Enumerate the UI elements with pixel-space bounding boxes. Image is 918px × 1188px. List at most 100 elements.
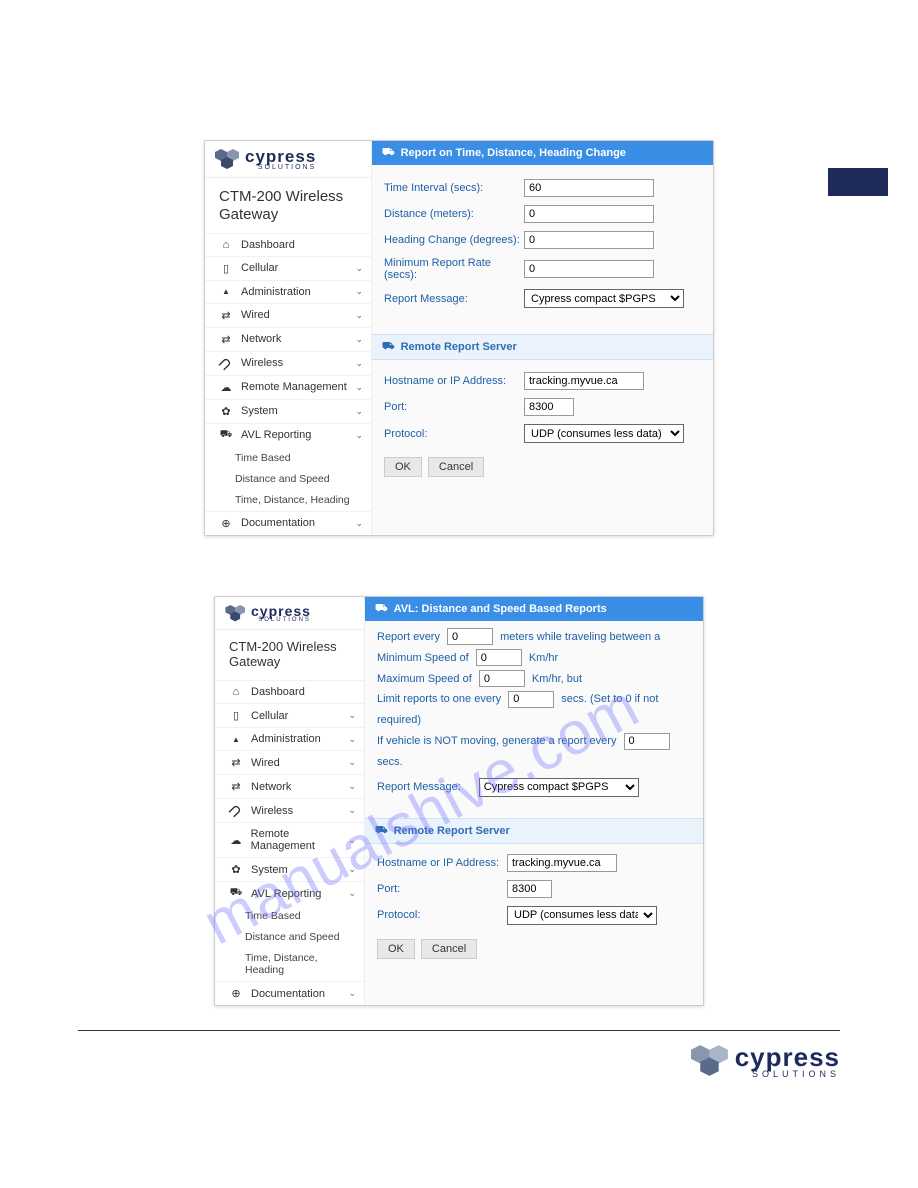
input-min-speed[interactable] — [476, 649, 522, 666]
sidebar-item-label: Remote Management — [251, 828, 354, 852]
input-report-every[interactable] — [447, 628, 493, 645]
sidebar-sub-time-distance-heading[interactable]: Time, Distance, Heading — [205, 490, 371, 511]
sidebar-item-label: System — [251, 864, 288, 876]
cancel-button[interactable]: Cancel — [428, 457, 484, 477]
sidebar-item-wired[interactable]: Wired⌄ — [215, 750, 364, 774]
line-max-speed: Maximum Speed of Km/hr, but — [377, 669, 691, 690]
input-max-speed[interactable] — [479, 670, 525, 687]
sidebar-item-label: Dashboard — [251, 686, 305, 698]
page-corner-banner — [828, 168, 888, 196]
sidebar-item-label: Administration — [251, 733, 321, 745]
select-protocol[interactable]: UDP (consumes less data) — [524, 424, 684, 443]
sidebar-sub-label: Time, Distance, Heading — [245, 952, 354, 976]
chevron-down-icon: ⌄ — [348, 864, 356, 875]
input-port[interactable] — [507, 880, 552, 898]
sidebar-sub-label: Time Based — [235, 452, 291, 464]
row-report-message: Report Message: Cypress compact $PGPS — [372, 285, 713, 312]
sidebar-item-remote-management[interactable]: Remote Management⌄ — [215, 822, 364, 857]
sidebar-item-label: Wireless — [241, 357, 283, 369]
sidebar-sub-time-based[interactable]: Time Based — [205, 447, 371, 469]
line-report-message: Report Message: Cypress compact $PGPS — [377, 777, 691, 798]
ok-button[interactable]: OK — [377, 939, 415, 959]
chevron-down-icon: ⌄ — [348, 734, 356, 745]
sidebar-item-label: AVL Reporting — [241, 429, 311, 441]
sidebar-item-wired[interactable]: Wired⌄ — [205, 303, 371, 327]
sidebar-sub-distance-speed[interactable]: Distance and Speed — [215, 927, 364, 948]
sidebar-item-system[interactable]: System ⌄ — [215, 857, 364, 881]
sidebar-item-wireless[interactable]: Wireless⌄ — [215, 798, 364, 822]
footer-logo: cypress SOLUTIONS — [0, 1031, 918, 1119]
brand-tagline: SOLUTIONS — [251, 617, 311, 623]
input-hostname[interactable] — [507, 854, 617, 872]
chevron-down-icon: ⌄ — [348, 988, 356, 999]
sidebar-item-documentation[interactable]: Documentation⌄ — [205, 511, 371, 535]
input-hostname[interactable] — [524, 372, 644, 390]
text-max-speed: Maximum Speed of — [377, 673, 472, 685]
product-title: CTM-200 Wireless Gateway — [215, 630, 364, 680]
gear-icon — [219, 405, 233, 418]
sidebar-item-remote-management[interactable]: Remote Management⌄ — [205, 375, 371, 399]
main-panel: Report on Time, Distance, Heading Change… — [372, 141, 713, 535]
row-port: Port: — [372, 394, 713, 420]
label-time-interval: Time Interval (secs): — [384, 182, 524, 194]
sidebar-sub-time-distance-heading[interactable]: Time, Distance, Heading — [215, 948, 364, 981]
sidebar-item-dashboard[interactable]: Dashboard — [205, 233, 371, 256]
label-port: Port: — [377, 883, 507, 895]
input-port[interactable] — [524, 398, 574, 416]
sidebar-item-network[interactable]: Network⌄ — [215, 774, 364, 798]
sidebar-item-label: System — [241, 405, 278, 417]
truck-icon — [382, 146, 395, 160]
subpanel-heading-server: Remote Report Server — [372, 334, 713, 360]
sidebar-item-cellular[interactable]: Cellular⌄ — [215, 703, 364, 727]
arrows-icon — [219, 309, 233, 322]
sidebar-item-label: Documentation — [251, 988, 325, 1000]
chevron-down-icon: ⌄ — [348, 835, 356, 846]
text-not-moving: If vehicle is NOT moving, generate a rep… — [377, 735, 616, 747]
chevron-down-icon: ⌄ — [355, 430, 363, 441]
inline-form: Report every meters while traveling betw… — [365, 621, 703, 800]
text-kmhr: Km/hr — [529, 652, 558, 664]
sidebar-item-system[interactable]: System⌄ — [205, 399, 371, 423]
sidebar-item-avl-reporting[interactable]: AVL Reporting⌄ — [215, 881, 364, 905]
sidebar-item-label: Wireless — [251, 805, 293, 817]
cancel-button[interactable]: Cancel — [421, 939, 477, 959]
line-report-every: Report every meters while traveling betw… — [377, 627, 691, 648]
input-not-moving[interactable] — [624, 733, 670, 750]
sidebar-item-dashboard[interactable]: Dashboard — [215, 680, 364, 703]
input-heading[interactable] — [524, 231, 654, 249]
sidebar-item-cellular[interactable]: Cellular⌄ — [205, 256, 371, 280]
cellular-icon — [219, 262, 233, 275]
row-time-interval: Time Interval (secs): — [372, 175, 713, 201]
input-distance[interactable] — [524, 205, 654, 223]
logo-icon — [215, 149, 241, 171]
sidebar-item-label: Remote Management — [241, 381, 347, 393]
logo-text-block: cypress SOLUTIONS — [245, 149, 316, 171]
screenshot-time-distance-heading: cypress SOLUTIONS CTM-200 Wireless Gatew… — [204, 140, 714, 536]
sidebar-item-administration[interactable]: Administration⌄ — [205, 280, 371, 303]
sidebar-item-avl-reporting[interactable]: AVL Reporting ⌄ — [205, 423, 371, 447]
button-row: OK Cancel — [365, 929, 703, 973]
chevron-down-icon: ⌄ — [355, 334, 363, 345]
text-limit: Limit reports to one every — [377, 693, 501, 705]
logo-text-block: cypress SOLUTIONS — [251, 605, 311, 624]
input-limit[interactable] — [508, 691, 554, 708]
product-title: CTM-200 Wireless Gateway — [205, 178, 371, 233]
sidebar-nav: Dashboard Cellular⌄ Administration⌄ Wire… — [205, 233, 371, 535]
sidebar-item-administration[interactable]: Administration ⌄ — [215, 727, 364, 750]
select-report-message[interactable]: Cypress compact $PGPS — [479, 778, 639, 797]
input-time-interval[interactable] — [524, 179, 654, 197]
ok-button[interactable]: OK — [384, 457, 422, 477]
sidebar-item-documentation[interactable]: Documentation ⌄ — [215, 981, 364, 1005]
input-minrate[interactable] — [524, 260, 654, 278]
chevron-down-icon: ⌄ — [355, 358, 363, 369]
select-protocol[interactable]: UDP (consumes less data) — [507, 906, 657, 925]
sidebar-sub-time-based[interactable]: Time Based — [215, 905, 364, 927]
sidebar-item-network[interactable]: Network⌄ — [205, 327, 371, 351]
sidebar-sub-distance-speed[interactable]: Distance and Speed — [205, 469, 371, 490]
row-heading: Heading Change (degrees): — [372, 227, 713, 253]
logo-icon — [225, 605, 247, 623]
sidebar-sub-label: Distance and Speed — [245, 931, 340, 943]
select-report-message[interactable]: Cypress compact $PGPS — [524, 289, 684, 308]
subpanel-heading-server: Remote Report Server — [365, 818, 703, 844]
sidebar-item-wireless[interactable]: Wireless ⌄ — [205, 351, 371, 375]
